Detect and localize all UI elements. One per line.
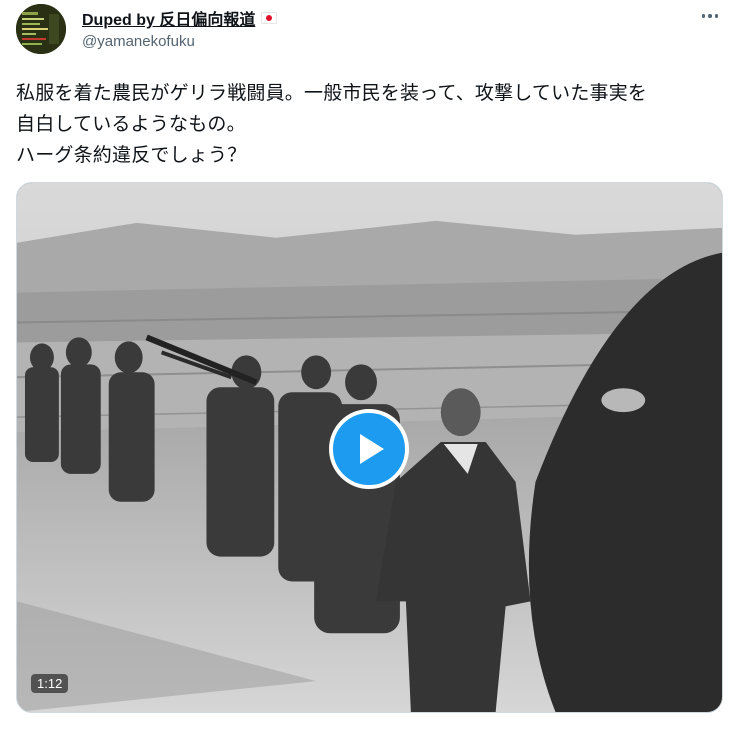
play-icon [360, 434, 384, 464]
author-avatar[interactable] [16, 4, 66, 54]
tweet-card[interactable]: Duped by 反日偏向報道 @yamanekofuku 私服を着た農民がゲリ… [0, 0, 736, 729]
author-display-name[interactable]: Duped by 反日偏向報道 [82, 6, 255, 30]
tweet-text-line: ハーグ条約違反でしょう？ [16, 144, 247, 166]
tweet-text-line: 自白しているようなもの。 [16, 113, 246, 135]
author-handle[interactable]: @yamanekofuku [82, 33, 195, 50]
video-duration-badge: 1:12 [31, 674, 69, 693]
video-player[interactable]: 1:12 [16, 182, 723, 713]
tweet-text: 私服を着た農民がゲリラ戦闘員。一般市民を装って、攻撃していた事実を 自白している… [16, 78, 726, 171]
avatar-image [16, 4, 66, 54]
tweet-text-line: 私服を着た農民がゲリラ戦闘員。一般市民を装って、攻撃していた事実を [16, 82, 648, 104]
author-name-row: Duped by 反日偏向報道 [82, 6, 278, 30]
more-options-icon[interactable] [698, 6, 722, 26]
play-button[interactable] [329, 409, 409, 489]
japan-flag-icon [261, 12, 278, 24]
